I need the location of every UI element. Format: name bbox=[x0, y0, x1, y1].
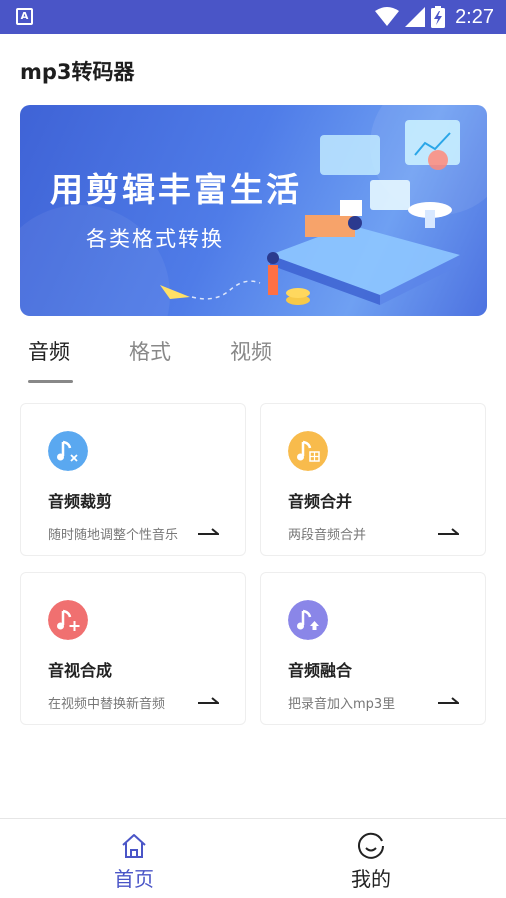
bottom-nav: 首页 我的 bbox=[0, 818, 506, 898]
tab-audio[interactable]: 音频 bbox=[28, 336, 70, 366]
card-title: 音频裁剪 bbox=[48, 492, 113, 511]
signal-icon bbox=[405, 7, 426, 27]
banner-subline: 各类格式转换 bbox=[86, 227, 224, 251]
card-title: 音视合成 bbox=[48, 661, 113, 680]
arrow-right-icon bbox=[198, 528, 219, 535]
card-desc: 把录音加入mp3里 bbox=[288, 697, 396, 712]
app-title: mp3转码器 bbox=[20, 60, 135, 84]
notification-icon: A bbox=[16, 8, 33, 25]
status-bar: A 2:27 bbox=[0, 0, 506, 34]
profile-smile-icon bbox=[358, 832, 384, 859]
card-desc: 在视频中替换新音频 bbox=[48, 697, 166, 712]
nav-mine-label: 我的 bbox=[351, 867, 391, 891]
card-audio-blend[interactable]: 音频融合 把录音加入mp3里 bbox=[260, 572, 486, 725]
wifi-icon bbox=[375, 7, 400, 26]
card-desc: 随时随地调整个性音乐 bbox=[48, 528, 179, 543]
audio-video-compose-icon bbox=[48, 600, 88, 640]
card-title: 音频融合 bbox=[288, 661, 353, 680]
tab-indicator bbox=[28, 380, 73, 383]
tab-video[interactable]: 视频 bbox=[230, 336, 272, 366]
card-audio-video-compose[interactable]: 音视合成 在视频中替换新音频 bbox=[20, 572, 246, 725]
category-tabs: 音频 格式 视频 bbox=[0, 330, 506, 385]
card-desc: 两段音频合并 bbox=[288, 528, 367, 543]
arrow-right-icon bbox=[198, 697, 219, 704]
audio-cut-icon bbox=[48, 431, 88, 471]
promo-banner[interactable]: 用剪辑丰富生活 各类格式转换 bbox=[20, 105, 487, 316]
card-audio-merge[interactable]: 音频合并 两段音频合并 bbox=[260, 403, 486, 556]
battery-icon bbox=[431, 6, 446, 28]
banner-headline: 用剪辑丰富生活 bbox=[50, 170, 302, 209]
status-bar-right: 2:27 bbox=[375, 4, 494, 30]
tab-format[interactable]: 格式 bbox=[129, 336, 171, 366]
home-icon bbox=[122, 834, 146, 858]
arrow-right-icon bbox=[438, 697, 459, 704]
audio-merge-icon bbox=[288, 431, 328, 471]
card-title: 音频合并 bbox=[288, 492, 353, 511]
arrow-right-icon bbox=[438, 528, 459, 535]
nav-home-label: 首页 bbox=[114, 867, 154, 891]
nav-home[interactable]: 首页 bbox=[94, 831, 174, 892]
card-audio-cut[interactable]: 音频裁剪 随时随地调整个性音乐 bbox=[20, 403, 246, 556]
audio-blend-icon bbox=[288, 600, 328, 640]
status-time: 2:27 bbox=[455, 5, 494, 28]
nav-mine[interactable]: 我的 bbox=[331, 831, 411, 892]
